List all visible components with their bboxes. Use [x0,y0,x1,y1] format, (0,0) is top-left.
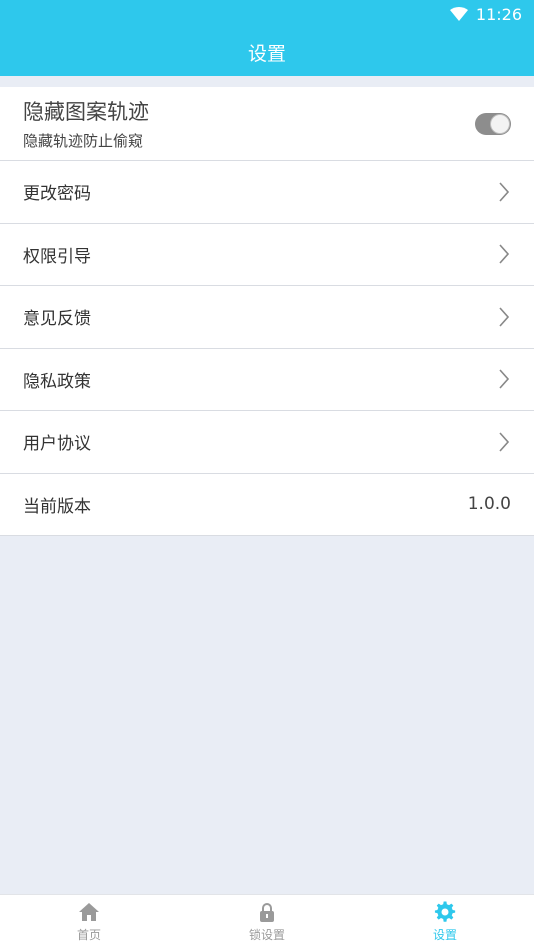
toggle-knob [490,113,510,134]
hide-track-text: 隐藏图案轨迹 隐藏轨迹防止偷窥 [23,96,149,151]
settings-item-version: 当前版本 1.0.0 [0,473,534,536]
bottom-tab-bar: 首页 锁设置 设置 [0,894,534,949]
top-spacer [0,76,534,87]
hide-track-title: 隐藏图案轨迹 [23,100,149,124]
tab-label: 首页 [76,928,101,942]
chevron-right-icon [499,244,510,264]
settings-item-privacy-policy[interactable]: 隐私政策 [0,348,534,411]
chevron-right-icon [499,432,510,452]
page-title: 设置 [247,42,286,65]
tab-label: 锁设置 [248,928,285,942]
settings-item-change-password[interactable]: 更改密码 [0,161,534,224]
chevron-right-icon [499,369,510,389]
home-icon [79,903,99,921]
wifi-icon [449,7,468,21]
settings-item-feedback[interactable]: 意见反馈 [0,286,534,349]
version-label: 当前版本 [23,496,91,517]
lock-icon [260,903,274,922]
settings-content: 隐藏图案轨迹 隐藏轨迹防止偷窥 更改密码 权限引导 意见反馈 隐私政策 用户协议… [0,76,534,894]
tab-settings[interactable]: 设置 [356,895,534,949]
chevron-right-icon [499,307,510,327]
gear-icon [434,901,456,922]
settings-item-label: 更改密码 [23,184,91,205]
settings-item-label: 用户协议 [23,434,91,455]
app-bar: 设置 [0,28,534,76]
chevron-right-icon [499,182,510,202]
status-time: 11:26 [475,4,522,24]
settings-item-permission-guide[interactable]: 权限引导 [0,223,534,286]
version-value: 1.0.0 [467,494,511,515]
tab-label: 设置 [432,928,457,942]
tab-home[interactable]: 首页 [0,895,178,949]
settings-item-label: 权限引导 [23,246,91,267]
hide-track-subtitle: 隐藏轨迹防止偷窥 [23,132,144,150]
settings-item-user-agreement[interactable]: 用户协议 [0,411,534,474]
settings-list: 隐藏图案轨迹 隐藏轨迹防止偷窥 更改密码 权限引导 意见反馈 隐私政策 用户协议… [0,87,534,536]
settings-item-label: 隐私政策 [23,371,91,392]
status-bar: 11:26 [0,0,534,28]
hide-track-toggle[interactable] [475,112,511,135]
settings-item-label: 意见反馈 [23,309,91,330]
hide-track-row[interactable]: 隐藏图案轨迹 隐藏轨迹防止偷窥 [0,87,534,161]
tab-lock-settings[interactable]: 锁设置 [178,895,356,949]
